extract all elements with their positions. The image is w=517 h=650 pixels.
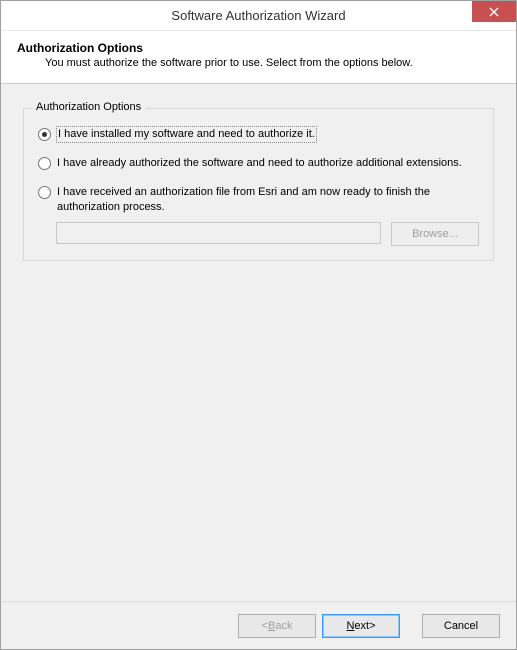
- back-button: < Back: [238, 614, 316, 638]
- radio-option-authorize-now[interactable]: I have installed my software and need to…: [38, 127, 479, 142]
- radio-icon: [38, 186, 51, 199]
- radio-label: I have received an authorization file fr…: [57, 185, 479, 215]
- browse-button: Browse...: [391, 222, 479, 246]
- radio-option-additional-extensions[interactable]: I have already authorized the software a…: [38, 156, 479, 171]
- group-legend: Authorization Options: [32, 101, 145, 113]
- next-button[interactable]: Next >: [322, 614, 400, 638]
- wizard-window: Software Authorization Wizard Authorizat…: [0, 0, 517, 650]
- authorization-options-group: Authorization Options I have installed m…: [23, 108, 494, 261]
- radio-label: I have installed my software and need to…: [57, 127, 316, 142]
- radio-option-authorization-file[interactable]: I have received an authorization file fr…: [38, 185, 479, 215]
- next-button-label: Next: [346, 620, 369, 632]
- back-button-label: Back: [268, 620, 292, 632]
- titlebar: Software Authorization Wizard: [1, 1, 516, 31]
- wizard-footer: < Back Next > Cancel: [1, 601, 516, 649]
- close-button[interactable]: [472, 1, 516, 22]
- page-title: Authorization Options: [17, 41, 500, 55]
- wizard-header: Authorization Options You must authorize…: [1, 31, 516, 84]
- cancel-button[interactable]: Cancel: [422, 614, 500, 638]
- close-icon: [489, 7, 499, 17]
- window-title: Software Authorization Wizard: [171, 8, 345, 23]
- page-subtitle: You must authorize the software prior to…: [17, 57, 500, 69]
- authorization-file-input: [56, 222, 381, 244]
- radio-icon: [38, 157, 51, 170]
- content-area: Authorization Options I have installed m…: [1, 84, 516, 601]
- radio-label: I have already authorized the software a…: [57, 156, 462, 171]
- radio-icon: [38, 128, 51, 141]
- authorization-file-row: Browse...: [56, 222, 479, 246]
